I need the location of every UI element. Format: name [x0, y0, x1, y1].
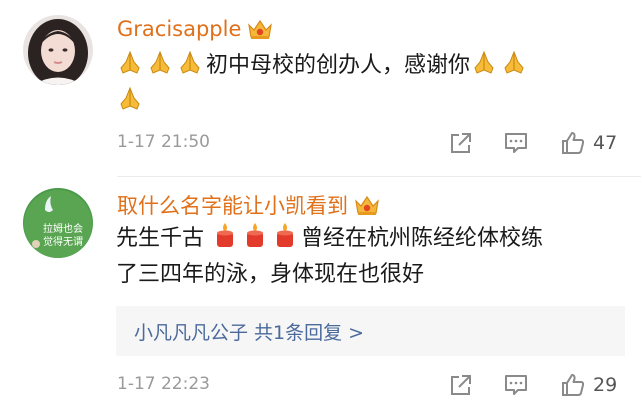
- comment-time: 1-17 22:23: [117, 374, 210, 394]
- praying-hands-icon: [474, 50, 494, 74]
- reply-summary-box[interactable]: 小凡凡凡公子 共1条回复 >: [116, 306, 625, 356]
- avatar-photo: [23, 15, 93, 85]
- candle-icon: [217, 223, 234, 247]
- user-avatar[interactable]: 拉姆也会 觉得无谓: [23, 188, 93, 258]
- avatar-caption-2: 觉得无谓: [43, 237, 83, 248]
- username-text[interactable]: Gracisapple: [117, 17, 241, 41]
- crown-icon: [355, 195, 379, 215]
- comment-divider: [117, 176, 641, 177]
- praying-hands-icon: [120, 86, 140, 110]
- comment-meta: 1-17 21:50 47: [117, 129, 641, 159]
- thumbs-up-icon: [562, 374, 585, 396]
- like-count: 47: [593, 132, 618, 154]
- praying-hands-icon: [180, 50, 200, 74]
- comment-icon[interactable]: [502, 129, 530, 157]
- username[interactable]: Gracisapple: [117, 17, 273, 41]
- username[interactable]: 取什么名字能让小凯看到: [117, 190, 380, 220]
- candle-icon: [277, 223, 294, 247]
- crown-icon: [248, 19, 273, 39]
- comment-time: 1-17 21:50: [117, 132, 210, 152]
- share-icon[interactable]: [447, 371, 475, 399]
- praying-hands-icon: [504, 50, 524, 74]
- comment-text-content: 先生千古: [116, 226, 205, 251]
- praying-hands-icon: [150, 50, 170, 74]
- share-icon[interactable]: [447, 129, 475, 157]
- comment-meta: 1-17 22:23 29: [117, 371, 641, 401]
- like-button[interactable]: 29: [559, 371, 617, 399]
- comment-text-content: 曾经在杭州陈经纶体校练: [301, 226, 544, 251]
- comment-text: 初中母校的创办人，感谢你: [116, 48, 616, 120]
- user-avatar[interactable]: [23, 15, 93, 85]
- comment-item: Gracisapple 初中母校的创办人，感谢你 1-17 21:50 47: [0, 0, 641, 176]
- comment-text-content: 初中母校的创办人，感谢你: [206, 53, 471, 78]
- like-count: 29: [593, 374, 618, 396]
- like-button[interactable]: 47: [559, 129, 617, 157]
- comment-text-content: 了三四年的泳，身体现在也很好: [116, 262, 425, 287]
- reply-summary-link[interactable]: 小凡凡凡公子 共1条回复 >: [134, 318, 364, 345]
- praying-hands-icon: [120, 50, 140, 74]
- username-text[interactable]: 取什么名字能让小凯看到: [117, 190, 348, 220]
- thumbs-up-icon: [562, 132, 585, 154]
- comment-text: 先生千古 曾经在杭州陈经纶体校练 了三四年的泳，身体现在也很好: [116, 221, 616, 293]
- comment-icon[interactable]: [502, 371, 530, 399]
- candle-icon: [247, 223, 264, 247]
- comment-item: 拉姆也会 觉得无谓 取什么名字能让小凯看到 先生千古 曾经在杭州陈经纶体校练 了…: [0, 178, 641, 410]
